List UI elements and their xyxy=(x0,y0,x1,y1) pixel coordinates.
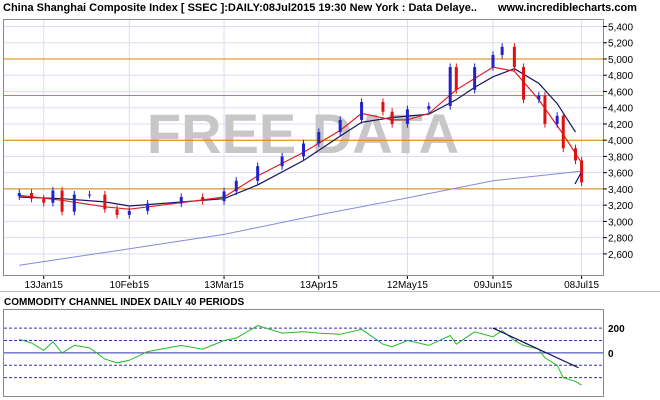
candle-body xyxy=(317,132,321,144)
x-tick-label: 12May15 xyxy=(387,280,429,291)
y-tick-label: 2,600 xyxy=(608,250,633,261)
candle-body xyxy=(72,194,76,212)
candle-body xyxy=(473,67,477,90)
candle-body xyxy=(302,143,305,157)
ma-long-line xyxy=(19,170,582,266)
cci-panel: 2000 xyxy=(4,324,625,386)
candle-body xyxy=(537,95,541,100)
x-tick-label: 13Jan15 xyxy=(25,280,64,291)
candle-body xyxy=(512,46,516,68)
candle-body xyxy=(60,190,64,212)
candle-body xyxy=(543,95,547,124)
price-chart-svg: FREE DATA 2,6002,8003,0003,2003,4003,600… xyxy=(0,19,660,397)
candle-body xyxy=(454,67,458,90)
y-tick-label: 4,800 xyxy=(608,71,633,82)
candle-body xyxy=(580,160,584,183)
candle-body xyxy=(555,115,559,124)
y-tick-label: 4,000 xyxy=(608,136,633,147)
candle-body xyxy=(17,192,21,197)
x-tick-label: 13Apr15 xyxy=(300,280,338,291)
candle-body xyxy=(146,203,150,211)
y-tick-label: 3,200 xyxy=(608,201,633,212)
y-tick-label: 2,800 xyxy=(608,234,633,245)
site-link[interactable]: www.incrediblecharts.com xyxy=(498,0,637,16)
candle-body xyxy=(42,198,46,203)
cci-panel-title: COMMODITY CHANNEL INDEX DAILY 40 PERIODS xyxy=(4,297,245,308)
candle-body xyxy=(280,156,284,167)
candle-body xyxy=(360,102,364,120)
candle-body xyxy=(561,115,565,149)
candle-body xyxy=(88,194,92,196)
price-series-layer xyxy=(17,43,584,266)
candle-body xyxy=(256,166,260,181)
x-tick-label: 09Jun15 xyxy=(474,280,513,291)
candle-body xyxy=(51,190,55,203)
candle-body xyxy=(390,111,394,124)
x-tick-label: 08Jul15 xyxy=(564,280,599,291)
candle-body xyxy=(427,106,431,110)
candle-body xyxy=(573,148,577,161)
candle-body xyxy=(115,209,119,215)
candle-body xyxy=(338,119,342,133)
cci-trendline xyxy=(492,327,579,369)
candle-body xyxy=(222,191,226,202)
candle-body xyxy=(234,180,238,192)
y-tick-label: 3,000 xyxy=(608,217,633,228)
cci-tick-label: 200 xyxy=(608,324,625,335)
trend-arrow xyxy=(574,172,582,185)
chart-title: China Shanghai Composite Index [ SSEC ]:… xyxy=(3,2,477,14)
y-tick-label: 4,600 xyxy=(608,87,633,98)
y-tick-label: 5,400 xyxy=(608,22,633,33)
candle-body xyxy=(448,67,452,107)
candle-body xyxy=(201,197,205,202)
candle-body xyxy=(179,197,183,204)
x-tick-label: 13Mar15 xyxy=(204,280,244,291)
candle-body xyxy=(500,46,504,55)
axes-layer: 2,600 2,800 3,000 3,200 3,400 3,600 3,800 4,000… xyxy=(0,19,660,397)
candle-body xyxy=(381,102,385,112)
cci-tick-label: 0 xyxy=(608,349,614,360)
candle-body xyxy=(405,109,409,124)
y-tick-label: 3,400 xyxy=(608,185,633,196)
x-tick-label: 10Feb15 xyxy=(110,280,150,291)
candle-body xyxy=(127,210,131,215)
y-tick-label: 3,600 xyxy=(608,169,633,180)
y-tick-label: 5,000 xyxy=(608,55,633,66)
y-tick-label: 4,200 xyxy=(608,120,633,131)
y-tick-label: 4,400 xyxy=(608,104,633,115)
cci-line xyxy=(19,325,582,386)
y-tick-label: 5,200 xyxy=(608,39,633,50)
candle-body xyxy=(491,54,495,68)
y-tick-label: 3,800 xyxy=(608,152,633,163)
candle-body xyxy=(522,67,526,100)
candle-body xyxy=(30,192,34,199)
candle-body xyxy=(103,194,107,210)
